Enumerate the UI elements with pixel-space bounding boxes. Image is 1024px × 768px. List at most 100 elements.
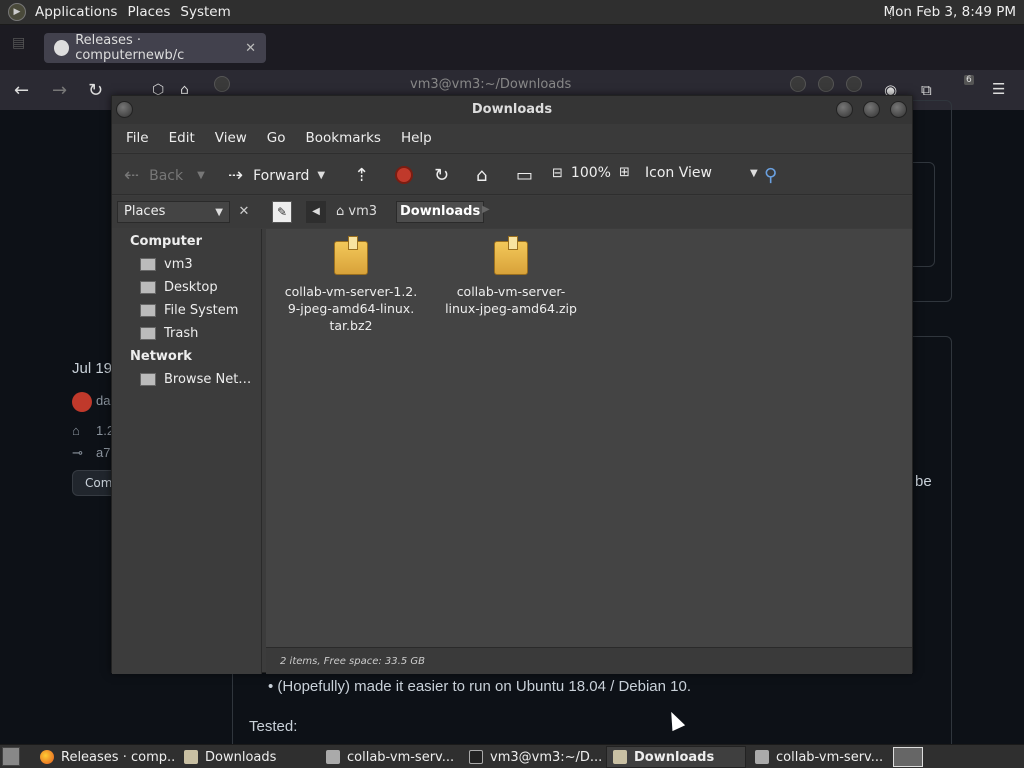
chevron-down-icon[interactable]: ▼ <box>197 170 205 181</box>
task-label: Releases · comp... <box>61 749 176 765</box>
sidebar-item-label: Desktop <box>164 280 218 295</box>
applications-menu[interactable]: Applications <box>30 4 122 20</box>
release-author[interactable]: da <box>96 393 110 408</box>
archive-manager-icon <box>326 750 340 764</box>
breadcrumb-vm3[interactable]: ⌂ vm3 <box>336 204 377 219</box>
release-note-bullet: • (Hopefully) made it easier to run on U… <box>268 678 691 695</box>
terminal-window-title: vm3@vm3:~/Downloads <box>410 77 572 92</box>
task-label: collab-vm-serv... <box>776 749 884 765</box>
home-button[interactable]: ⌂ <box>476 165 497 186</box>
network-heading: Network <box>130 349 192 364</box>
terminal-maximize-button <box>818 76 834 92</box>
places-menu[interactable]: Places <box>122 4 175 20</box>
view-mode-select[interactable]: Icon View ▼ <box>645 165 758 181</box>
task-firefox[interactable]: Releases · comp... <box>34 746 176 768</box>
sidebar-item-browse-network[interactable]: Browse Net… <box>140 372 251 387</box>
zoom-out-button[interactable]: ⊟ 100% <box>552 165 611 181</box>
back-button[interactable]: ⇠ Back ▼ <box>124 165 205 186</box>
file-item[interactable]: collab-vm-server-1.2. 9-jpeg-amd64-linux… <box>281 229 421 334</box>
release-commit[interactable]: a7 <box>96 445 110 460</box>
workspace-switcher[interactable] <box>893 747 923 767</box>
firefox-icon <box>40 750 54 764</box>
task-downloads-1[interactable]: Downloads <box>178 746 316 768</box>
desktop-icon <box>140 281 156 294</box>
side-pane-select[interactable]: Places ▼ <box>117 201 230 223</box>
file-menu[interactable]: File <box>116 130 159 146</box>
window-titlebar[interactable]: Downloads <box>112 96 912 124</box>
distro-logo-icon[interactable]: ▶ <box>8 3 26 21</box>
forward-arrow-icon: ⇢ <box>228 165 244 186</box>
chevron-down-icon[interactable]: ▼ <box>317 170 325 181</box>
avatar[interactable] <box>72 392 92 412</box>
breadcrumb-label: vm3 <box>348 204 378 219</box>
chevron-right-icon[interactable]: ▶ <box>482 204 490 215</box>
edit-menu[interactable]: Edit <box>159 130 205 146</box>
show-desktop-icon[interactable] <box>2 747 20 766</box>
task-terminal[interactable]: vm3@vm3:~/D... <box>463 746 603 768</box>
computer-icon: ▭ <box>516 165 534 186</box>
zoom-out-icon: ⊟ <box>552 165 563 181</box>
sidebar-item-file-system[interactable]: File System <box>140 303 238 318</box>
file-name-line: collab-vm-server-1.2. <box>284 284 418 299</box>
terminal-minimize-button <box>790 76 806 92</box>
close-icon[interactable]: ✕ <box>245 41 256 56</box>
back-arrow-icon[interactable]: ← <box>14 80 29 101</box>
release-date: Jul 19 <box>72 360 113 377</box>
go-menu[interactable]: Go <box>257 130 296 146</box>
breadcrumb-downloads[interactable]: Downloads <box>396 201 485 223</box>
help-menu[interactable]: Help <box>391 130 442 146</box>
zoom-level: 100% <box>570 165 611 181</box>
sidebar-item-desktop[interactable]: Desktop <box>140 280 218 295</box>
task-label: Downloads <box>205 749 277 765</box>
home-folder-icon <box>140 258 156 271</box>
edit-location-icon[interactable]: ✎ <box>272 201 292 223</box>
tab-title: Releases · computernewb/c <box>75 33 185 63</box>
toolbar: ⇠ Back ▼ ⇢ Forward ▼ ⇡ ↻ ⌂ ▭ ⊟ 100% ⊞ Ico… <box>112 153 912 195</box>
zoom-in-button[interactable]: ⊞ <box>619 165 640 180</box>
chevron-left-icon[interactable]: ◀ <box>306 201 326 223</box>
tag-icon: ⌂ <box>72 423 80 438</box>
close-button[interactable] <box>890 101 907 118</box>
stop-button[interactable] <box>395 166 413 184</box>
system-menu[interactable]: System <box>175 4 235 20</box>
sidebar-item-trash[interactable]: Trash <box>140 326 198 341</box>
task-downloads-2[interactable]: Downloads <box>606 746 746 768</box>
clock[interactable]: Mon Feb 3, 8:49 PM <box>883 4 1016 20</box>
release-note-text: (Hopefully) made it easier to run on Ubu… <box>277 678 691 695</box>
reload-icon[interactable]: ↻ <box>88 80 103 101</box>
bookmarks-menu[interactable]: Bookmarks <box>296 130 391 146</box>
view-menu[interactable]: View <box>205 130 257 146</box>
tab-background[interactable] <box>280 33 490 63</box>
chevron-down-icon: ▼ <box>215 207 223 218</box>
file-name-line: 9-jpeg-amd64-linux. <box>287 301 415 316</box>
file-item[interactable]: collab-vm-server- linux-jpeg-amd64.zip <box>441 229 581 317</box>
menu-bar: File Edit View Go Bookmarks Help <box>112 124 912 152</box>
sidebar-item-vm3[interactable]: vm3 <box>140 257 193 272</box>
folder-icon <box>184 750 198 764</box>
hamburger-menu-icon[interactable]: ☰ <box>992 80 1005 98</box>
side-pane-label: Places <box>124 204 166 219</box>
trash-icon <box>140 327 156 340</box>
up-arrow-icon: ⇡ <box>354 165 370 186</box>
computer-button[interactable]: ▭ <box>516 165 543 186</box>
task-collab-vm-2[interactable]: collab-vm-serv... <box>749 746 889 768</box>
ublock-badge: 6 <box>964 75 974 85</box>
tab-releases[interactable]: Releases · computernewb/c ✕ <box>44 33 266 63</box>
close-icon[interactable]: ✕ <box>234 201 254 223</box>
task-collab-vm-1[interactable]: collab-vm-serv... <box>320 746 460 768</box>
reload-button[interactable]: ↻ <box>434 165 459 186</box>
release-notes-fragment: be <box>915 473 932 490</box>
up-button[interactable]: ⇡ <box>354 165 379 186</box>
view-mode-label: Icon View <box>645 165 712 181</box>
sidebar-item-label: File System <box>164 303 239 318</box>
maximize-button[interactable] <box>863 101 880 118</box>
task-label: vm3@vm3:~/D... <box>490 749 603 765</box>
extensions-icon[interactable]: ⧉ <box>921 81 932 99</box>
forward-arrow-icon[interactable]: → <box>52 80 67 101</box>
chevron-down-icon: ▼ <box>749 167 758 179</box>
task-label: Downloads <box>634 749 715 765</box>
file-view[interactable]: collab-vm-server-1.2. 9-jpeg-amd64-linux… <box>266 229 912 647</box>
search-button[interactable]: ⚲ <box>764 165 787 186</box>
minimize-button[interactable] <box>836 101 853 118</box>
forward-button[interactable]: ⇢ Forward ▼ <box>228 165 325 186</box>
